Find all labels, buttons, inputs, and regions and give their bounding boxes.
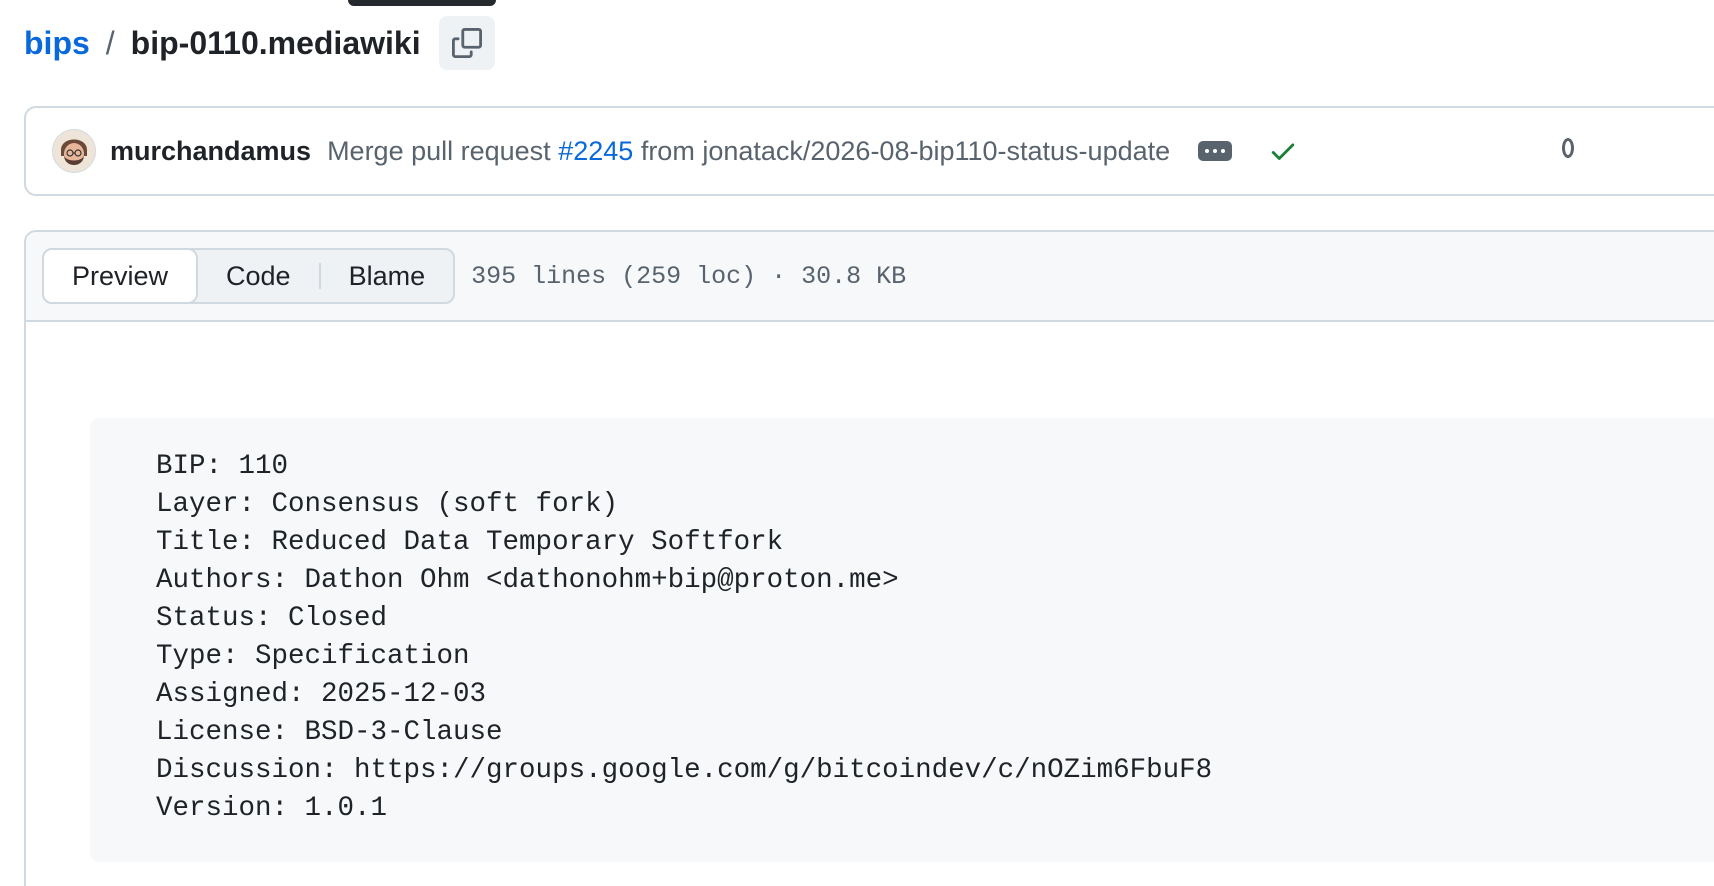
tab-preview[interactable]: Preview <box>42 248 199 304</box>
ellipsis-icon-dot <box>1221 149 1226 153</box>
check-icon[interactable] <box>1268 136 1298 166</box>
bip-preamble-block: BIP: 110 Layer: Consensus (soft fork) Titl… <box>90 418 1714 862</box>
expand-commit-message-button[interactable] <box>1198 141 1233 161</box>
pull-request-link[interactable]: #2245 <box>558 136 633 166</box>
preamble-line: License: BSD-3-Clause <box>156 717 503 748</box>
file-preview: BIP: 110 Layer: Consensus (soft fork) Titl… <box>26 322 1714 886</box>
preamble-line: Type: Specification <box>156 641 470 672</box>
preamble-line: Assigned: 2025-12-03 <box>156 679 487 710</box>
commit-message-suffix[interactable]: from jonatack/2026-08-bip110-status-upda… <box>641 136 1170 166</box>
commit-author-link[interactable]: murchandamus <box>110 136 311 167</box>
latest-commit-bar: murchandamus Merge pull request #2245 fr… <box>24 106 1714 196</box>
breadcrumb: bips / bip-0110.mediawiki <box>24 16 495 70</box>
avatar-image <box>53 130 95 172</box>
tab-blame[interactable]: Blame <box>321 250 454 302</box>
copy-path-button[interactable] <box>438 16 495 70</box>
tooltip <box>348 0 496 6</box>
ellipsis-icon <box>1205 149 1210 153</box>
preamble-line: Version: 1.0.1 <box>156 793 388 824</box>
breadcrumb-separator: / <box>105 24 115 61</box>
file-viewer: Preview Code Blame 395 lines (259 loc) ·… <box>24 230 1714 886</box>
breadcrumb-file-name: bip-0110.mediawiki <box>130 24 421 61</box>
avatar[interactable] <box>52 129 96 173</box>
preamble-line: Layer: Consensus (soft fork) <box>156 489 619 520</box>
view-mode-toggle: Preview Code Blame <box>42 248 456 304</box>
preamble-line: BIP: 110 <box>156 451 289 482</box>
commit-message[interactable]: Merge pull request #2245 from jonatack/2… <box>327 136 1170 167</box>
breadcrumb-repo-link[interactable]: bips <box>24 25 90 62</box>
preamble-line: Status: Closed <box>156 603 388 634</box>
copy-icon <box>451 28 482 58</box>
ellipsis-icon-dot <box>1213 149 1218 153</box>
file-info: 395 lines (259 loc) · 30.8 KB <box>471 261 907 291</box>
clock-icon <box>1562 138 1574 158</box>
tab-code[interactable]: Code <box>198 250 319 302</box>
preamble-line: Authors: Dathon Ohm <dathonohm+bip@proto… <box>156 565 899 596</box>
file-header: Preview Code Blame 395 lines (259 loc) ·… <box>26 232 1714 322</box>
preamble-line: Title: Reduced Data Temporary Softfork <box>156 527 784 558</box>
preamble-line: Discussion: https://groups.google.com/g/… <box>156 755 1213 786</box>
commit-message-prefix[interactable]: Merge pull request <box>327 136 551 166</box>
page: bips / bip-0110.mediawiki murchandamus M… <box>0 0 1714 886</box>
